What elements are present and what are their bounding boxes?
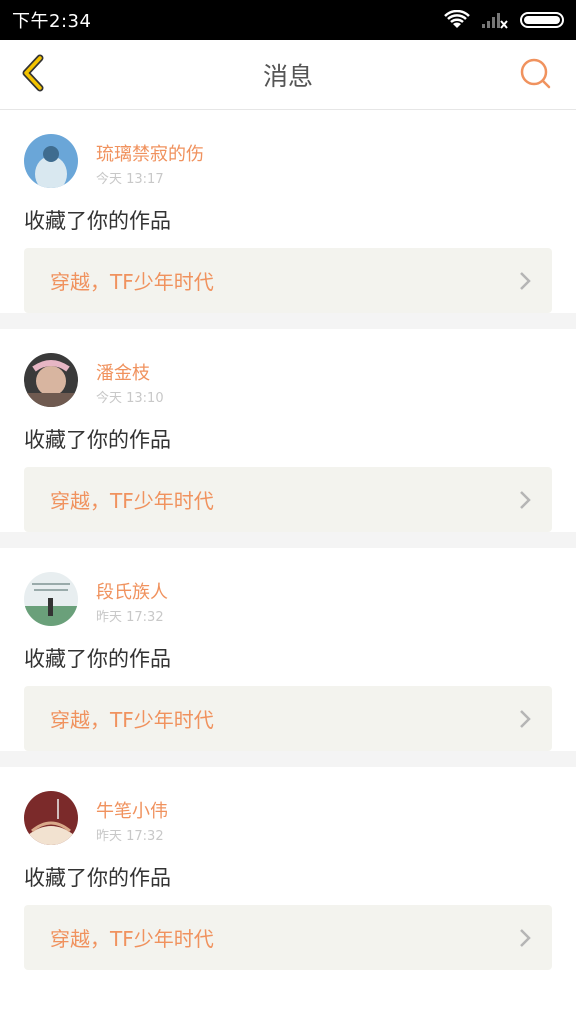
- message-card: 牛笔小伟 昨天 17:32 收藏了你的作品 穿越，TF少年时代: [0, 767, 576, 986]
- search-button[interactable]: [516, 56, 556, 96]
- avatar[interactable]: [24, 353, 78, 407]
- signal-icon: [482, 11, 508, 29]
- app-header: 消息: [0, 40, 576, 110]
- page-title: 消息: [262, 61, 313, 91]
- timestamp: 今天 13:17: [96, 172, 164, 187]
- status-time: 下午2:34: [12, 11, 92, 32]
- chevron-right-icon: [518, 927, 532, 949]
- action-text: 收藏了你的作品: [24, 209, 171, 233]
- username[interactable]: 潘金枝: [96, 359, 150, 385]
- work-link[interactable]: 穿越，TF少年时代: [24, 248, 552, 313]
- status-icons: [444, 10, 564, 30]
- avatar[interactable]: [24, 791, 78, 845]
- work-title: 穿越，TF少年时代: [50, 708, 214, 732]
- timestamp: 昨天 17:32: [96, 829, 164, 844]
- username[interactable]: 琉璃禁寂的伤: [96, 140, 204, 166]
- work-title: 穿越，TF少年时代: [50, 270, 214, 294]
- action-text: 收藏了你的作品: [24, 428, 171, 452]
- avatar[interactable]: [24, 572, 78, 626]
- search-icon: [519, 57, 553, 95]
- message-list: 琉璃禁寂的伤 今天 13:17 收藏了你的作品 穿越，TF少年时代 潘金枝 今天…: [0, 110, 576, 986]
- work-title: 穿越，TF少年时代: [50, 489, 214, 513]
- username[interactable]: 牛笔小伟: [96, 797, 168, 823]
- chevron-left-icon: [18, 52, 50, 98]
- battery-icon: [520, 12, 564, 28]
- timestamp: 今天 13:10: [96, 391, 164, 406]
- message-card: 段氏族人 昨天 17:32 收藏了你的作品 穿越，TF少年时代: [0, 548, 576, 767]
- message-card: 潘金枝 今天 13:10 收藏了你的作品 穿越，TF少年时代: [0, 329, 576, 548]
- chevron-right-icon: [518, 489, 532, 511]
- message-card: 琉璃禁寂的伤 今天 13:17 收藏了你的作品 穿越，TF少年时代: [0, 110, 576, 329]
- action-text: 收藏了你的作品: [24, 647, 171, 671]
- work-link[interactable]: 穿越，TF少年时代: [24, 467, 552, 532]
- username[interactable]: 段氏族人: [96, 578, 168, 604]
- work-title: 穿越，TF少年时代: [50, 927, 214, 951]
- chevron-right-icon: [518, 708, 532, 730]
- chevron-right-icon: [518, 270, 532, 292]
- wifi-icon: [444, 10, 470, 30]
- timestamp: 昨天 17:32: [96, 610, 164, 625]
- work-link[interactable]: 穿越，TF少年时代: [24, 905, 552, 970]
- action-text: 收藏了你的作品: [24, 866, 171, 890]
- back-button[interactable]: [14, 54, 54, 96]
- work-link[interactable]: 穿越，TF少年时代: [24, 686, 552, 751]
- battery-level: [524, 16, 560, 24]
- avatar[interactable]: [24, 134, 78, 188]
- status-bar: 下午2:34: [0, 0, 576, 40]
